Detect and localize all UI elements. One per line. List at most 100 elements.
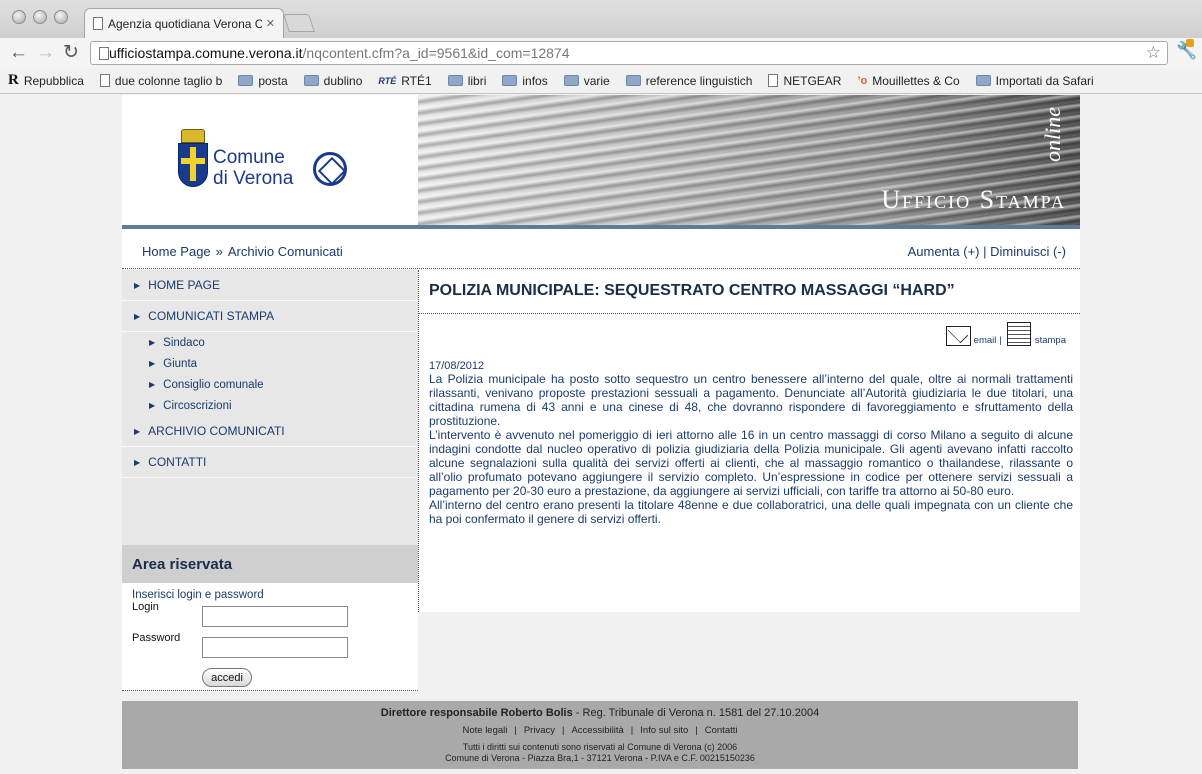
arrow-right-icon: ▶: [149, 359, 156, 368]
login-box: Area riservata Inserisci login e passwor…: [122, 545, 418, 691]
footer-credits: Direttore responsabile Roberto Bolis - R…: [122, 707, 1078, 719]
sidebar-item[interactable]: ▶ CONTATTI: [122, 447, 418, 478]
web-page: Comune di Verona online Ufficio Stampa H…: [122, 95, 1080, 770]
folder-icon: [975, 75, 991, 86]
footer-links: Note legali | Privacy | Accessibilità | Info s…: [122, 725, 1078, 736]
arrow-right-icon: ▶: [134, 311, 141, 321]
article-content: POLIZIA MUNICIPALE: SEQUESTRATO CENTRO M…: [418, 270, 1080, 612]
bookmark-label: due colonne taglio b: [114, 73, 223, 88]
reload-icon[interactable]: ↻: [63, 42, 79, 64]
login-label: Login: [132, 601, 159, 613]
printer-icon[interactable]: [1006, 322, 1031, 346]
sidebar-item[interactable]: ▶ Circoscrizioni: [122, 395, 418, 416]
sidebar-item-label: Circoscrizioni: [163, 399, 232, 412]
page-icon: [93, 17, 103, 30]
footer-link-separator: |: [695, 725, 698, 736]
article-body: La Polizia municipale ha posto sotto seq…: [429, 372, 1073, 526]
folder-icon: [447, 75, 463, 86]
breadcrumb-current-link[interactable]: Archivio Comunicati: [228, 244, 343, 259]
font-decrease-link[interactable]: Diminuisci (-): [990, 244, 1066, 259]
login-input[interactable]: [202, 606, 348, 627]
bookmark-item[interactable]: varie: [563, 73, 610, 88]
wrench-menu-icon[interactable]: 🔧: [1176, 39, 1197, 61]
password-input[interactable]: [202, 637, 348, 658]
sidebar-item[interactable]: ▶ Consiglio comunale: [122, 374, 418, 395]
bookmark-item[interactable]: posta: [238, 74, 288, 88]
back-arrow-icon[interactable]: ←: [9, 42, 28, 64]
bookmark-item[interactable]: dublino: [303, 73, 363, 88]
email-link[interactable]: email: [974, 335, 997, 346]
breadcrumb-bar: Home Page » Archivio Comunicati Aumenta (+…: [122, 229, 1080, 269]
article-date: 17/08/2012: [429, 360, 485, 372]
arrow-right-icon: ▶: [134, 280, 141, 290]
accedi-button[interactable]: accedi: [202, 668, 252, 687]
breadcrumb-home-link[interactable]: Home Page: [142, 244, 211, 259]
sidebar-item-label: Consiglio comunale: [163, 378, 264, 391]
folder-icon: [303, 75, 319, 86]
footer-rights: Tutti i diritti sui contenuti sono riser…: [462, 742, 738, 752]
article-title: POLIZIA MUNICIPALE: SEQUESTRATO CENTRO M…: [429, 282, 955, 299]
bookmark-item[interactable]: Importati da Safari: [975, 73, 1094, 88]
r-icon: R: [8, 72, 19, 88]
bookmark-item[interactable]: RTÉ RTÉ1: [378, 74, 431, 88]
bookmark-label: dublino: [323, 73, 363, 88]
bookmark-label: Repubblica: [23, 73, 84, 88]
footer-link-separator: |: [562, 725, 565, 736]
url-host: ufficiostampa.comune.verona.it: [109, 45, 303, 61]
site-header: Comune di Verona online Ufficio Stampa: [122, 95, 1080, 225]
notification-badge-icon: [1186, 39, 1194, 47]
window-zoom-button[interactable]: [54, 10, 68, 24]
url-path: /nqcontent.cfm?a_id=9561&id_com=12874: [302, 45, 570, 61]
article-paragraph: La Polizia municipale ha posto sotto seq…: [429, 372, 1073, 428]
tab-close-icon[interactable]: ✕: [266, 17, 275, 30]
bookmark-item[interactable]: NETGEAR: [768, 74, 841, 88]
window-close-button[interactable]: [12, 10, 26, 24]
window-minimize-button[interactable]: [33, 10, 47, 24]
title-divider: [419, 313, 1080, 314]
verona-crest-icon: [178, 129, 208, 187]
print-link[interactable]: stampa: [1035, 335, 1066, 346]
sidebar-item[interactable]: ▶ Sindaco: [122, 332, 418, 353]
sidebar-item[interactable]: ▶ COMUNICATI STAMPA: [122, 301, 418, 332]
font-increase-link[interactable]: Aumenta (+): [908, 244, 980, 259]
comune-logo[interactable]: Comune di Verona: [122, 95, 418, 225]
sidebar-item[interactable]: ▶ Giunta: [122, 353, 418, 374]
article-paragraph: All’interno del centro erano presenti la…: [429, 498, 1073, 526]
address-bar[interactable]: ufficiostampa.comune.verona.it/nqcontent…: [90, 41, 1168, 65]
logo-line1: Comune: [213, 147, 285, 168]
bookmark-star-icon[interactable]: ☆: [1146, 43, 1161, 63]
article-paragraph: L’intervento è avvenuto nel pomeriggio d…: [429, 428, 1073, 498]
tool-separator: |: [999, 335, 1002, 346]
browser-tab-bar: Agenzia quotidiana Verona C ✕: [0, 0, 1202, 38]
logo-line2: di Verona: [213, 168, 294, 189]
footer-link[interactable]: Info sul sito: [640, 725, 688, 736]
sidebar-item-label: ARCHIVIO COMUNICATI: [148, 424, 285, 438]
folder-icon: [563, 75, 579, 86]
email-icon[interactable]: [945, 326, 971, 346]
folder-icon: [238, 75, 254, 86]
bookmark-item[interactable]: due colonne taglio b: [99, 73, 223, 88]
bookmark-label: varie: [583, 73, 610, 88]
footer-link[interactable]: Privacy: [524, 725, 555, 736]
bookmark-label: Importati da Safari: [995, 73, 1094, 88]
footer-link[interactable]: Accessibilità: [571, 725, 623, 736]
bookmark-item[interactable]: infos: [502, 74, 548, 88]
footer-link[interactable]: Note legali: [462, 725, 507, 736]
font-size-controls: Aumenta (+) | Diminuisci (-): [908, 244, 1066, 259]
tab-title: Agenzia quotidiana Verona C: [108, 16, 262, 31]
forward-arrow-icon[interactable]: →: [36, 42, 55, 64]
footer-link[interactable]: Contatti: [705, 725, 738, 736]
bookmark-item[interactable]: reference linguistich: [625, 74, 752, 88]
article-tools: email | stampa: [945, 322, 1066, 346]
bookmark-item[interactable]: R Repubblica: [8, 72, 84, 89]
new-tab-button[interactable]: [283, 14, 315, 32]
sidebar-item[interactable]: ▶ ARCHIVIO COMUNICATI: [122, 416, 418, 447]
breadcrumb: Home Page » Archivio Comunicati: [142, 244, 343, 259]
bookmark-item[interactable]: ’o Mouillettes & Co: [857, 74, 959, 88]
sidebar-item-label: Sindaco: [163, 336, 205, 349]
browser-tab[interactable]: Agenzia quotidiana Verona C ✕: [84, 8, 284, 38]
footer-director: Direttore responsabile Roberto Bolis: [380, 707, 573, 719]
sidebar-item[interactable]: ▶ HOME PAGE: [122, 270, 418, 301]
bookmark-label: libri: [467, 73, 487, 88]
bookmark-item[interactable]: libri: [447, 73, 487, 88]
